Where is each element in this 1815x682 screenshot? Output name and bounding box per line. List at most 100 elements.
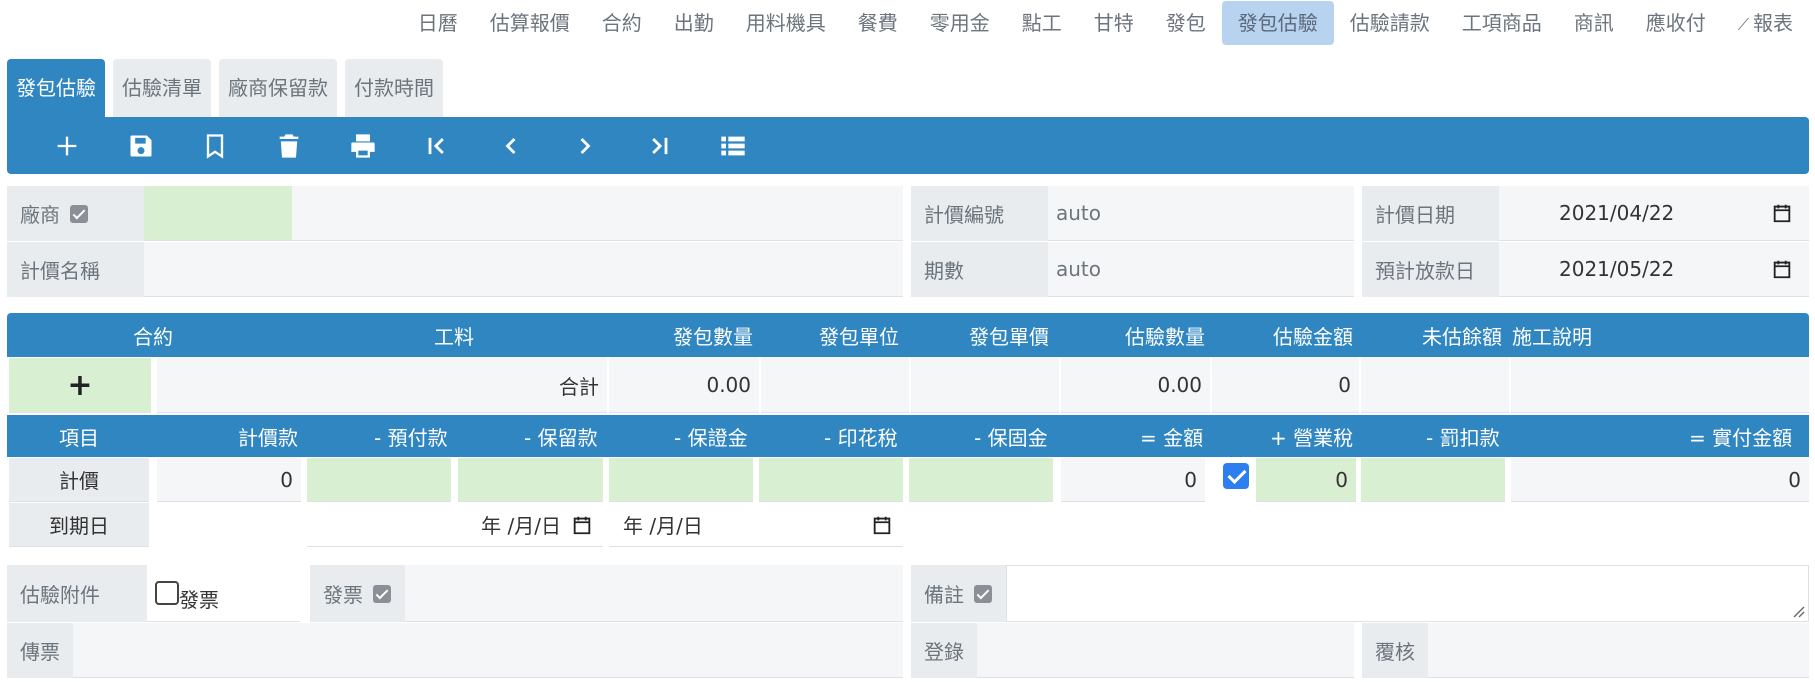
total-qty: 0.00 [609,358,759,413]
due-row-label: 到期日 [9,503,149,547]
invoice-checkbox[interactable] [155,581,179,605]
col-est-amount: 估驗金額 [1273,324,1353,349]
payout-input[interactable]: 2021/05/22 [1499,242,1809,297]
next-record-button[interactable] [548,117,622,174]
nav-estimate-quote[interactable]: 估算報價 [474,1,586,45]
sum-amount: 0 [1061,458,1205,502]
total-price [911,358,1059,413]
calendar-icon[interactable] [1771,258,1793,280]
total-est-qty: 0.00 [1061,358,1210,413]
list-button[interactable] [696,117,770,174]
nav-reports-label: 報表 [1753,11,1793,35]
print-button[interactable] [326,117,400,174]
nav-valuation-billing[interactable]: 估驗請款 [1334,1,1446,45]
col-contract: 合約 [133,324,173,349]
toolbar [7,117,1809,174]
tab-subcontract-valuation[interactable]: 發包估驗 [7,59,105,117]
list-icon [721,136,745,155]
due-date-placeholder-1: 年 /月/日 [481,514,561,538]
check-icon [373,584,391,603]
invoice-label: 發票 [310,565,405,622]
prepayment-input[interactable] [307,458,451,502]
col-business-tax: + 營業稅 [1270,425,1354,450]
col-est-qty: 估驗數量 [1125,324,1205,349]
period-field: auto [1048,242,1354,297]
payout-label: 預計放款日 [1362,242,1499,297]
delete-button[interactable] [252,117,326,174]
net-payment: 0 [1511,458,1809,502]
nav-attendance[interactable]: 出勤 [658,1,730,45]
add-button[interactable] [30,117,104,174]
warranty-input[interactable] [909,458,1053,502]
invoice-label-text: 發票 [323,583,363,607]
nav-subcontract-valuation[interactable]: 發包估驗 [1221,1,1334,45]
date-input[interactable]: 2021/04/22 [1499,186,1809,241]
payment-header: 項目 計價款 - 預付款 - 保留款 - 保證金 - 印花稅 - 保固金 = 金… [7,415,1809,457]
total-note [1511,358,1809,413]
business-tax-checkbox[interactable] [1223,463,1249,489]
nav-receivables[interactable]: 應收付 [1630,1,1722,45]
vendor-code-input[interactable] [144,186,292,241]
next-icon [580,137,591,154]
save-icon [130,135,152,156]
resize-handle-icon[interactable] [1791,604,1805,618]
calendar-icon[interactable] [571,514,593,536]
prev-record-button[interactable] [474,117,548,174]
col-penalty: - 罰扣款 [1426,425,1500,450]
due-date-placeholder-2: 年 /月/日 [623,514,703,538]
nav-messages[interactable]: 商訊 [1558,1,1630,45]
nav-subcontract[interactable]: 發包 [1150,1,1222,45]
col-sub-unit: 發包單位 [819,324,899,349]
col-item: 項目 [59,425,99,450]
check-icon [70,204,88,223]
nav-contract[interactable]: 合約 [586,1,658,45]
tab-valuation-list[interactable]: 估驗清單 [113,59,211,117]
tab-vendor-retention[interactable]: 廠商保留款 [219,59,337,117]
prev-icon [505,137,516,154]
review-label: 覆核 [1362,623,1428,678]
col-prepayment: - 預付款 [374,425,448,450]
trash-icon [279,133,299,158]
nav-meals[interactable]: 餐費 [842,1,914,45]
invoice-attach-field: 發票 [147,565,300,622]
nav-calendar[interactable]: 日曆 [402,1,474,45]
retention-input[interactable] [458,458,603,502]
stamp-tax-input[interactable] [759,458,903,502]
bookmark-button[interactable] [178,117,252,174]
name-label: 計價名稱 [7,242,144,297]
valuation-amount: 0 [157,458,301,502]
tab-payment-time[interactable]: 付款時間 [345,59,443,117]
note-textarea[interactable] [1006,565,1809,622]
calendar-icon[interactable] [1771,202,1793,224]
nav-gantt[interactable]: 甘特 [1078,1,1150,45]
due-date-input-2[interactable]: 年 /月/日 [609,503,903,547]
nav-work-items[interactable]: 工項商品 [1446,1,1558,45]
due-date-input-1[interactable]: 年 /月/日 [307,503,603,547]
col-net-payment: = 實付金額 [1689,425,1793,450]
nav-petty-cash[interactable]: 零用金 [914,1,1006,45]
deposit-input[interactable] [609,458,753,502]
date-label: 計價日期 [1362,186,1499,241]
nav-materials[interactable]: 用料機具 [730,1,842,45]
nav-day-labor[interactable]: 點工 [1006,1,1078,45]
add-item-button[interactable]: + [9,358,151,413]
business-tax-input[interactable]: 0 [1256,458,1356,502]
review-field [1428,623,1809,678]
penalty-input[interactable] [1361,458,1505,502]
calendar-icon[interactable] [871,514,893,536]
total-label: 合計 [157,358,607,413]
voucher-label: 傳票 [7,623,73,678]
col-deposit: - 保證金 [674,425,748,450]
col-retention: - 保留款 [524,425,598,450]
nav-reports[interactable]: ⟋ 報表 [1722,1,1809,45]
name-input[interactable] [144,242,903,297]
save-button[interactable] [104,117,178,174]
sub-tabs: 發包估驗 估驗清單 廠商保留款 付款時間 [7,59,443,117]
first-record-button[interactable] [400,117,474,174]
vendor-label: 廠商 [7,186,144,241]
first-icon [428,137,444,154]
bookmark-icon [206,133,224,159]
col-amount: = 金額 [1140,425,1204,450]
last-record-button[interactable] [622,117,696,174]
vendor-name-field [292,186,903,241]
